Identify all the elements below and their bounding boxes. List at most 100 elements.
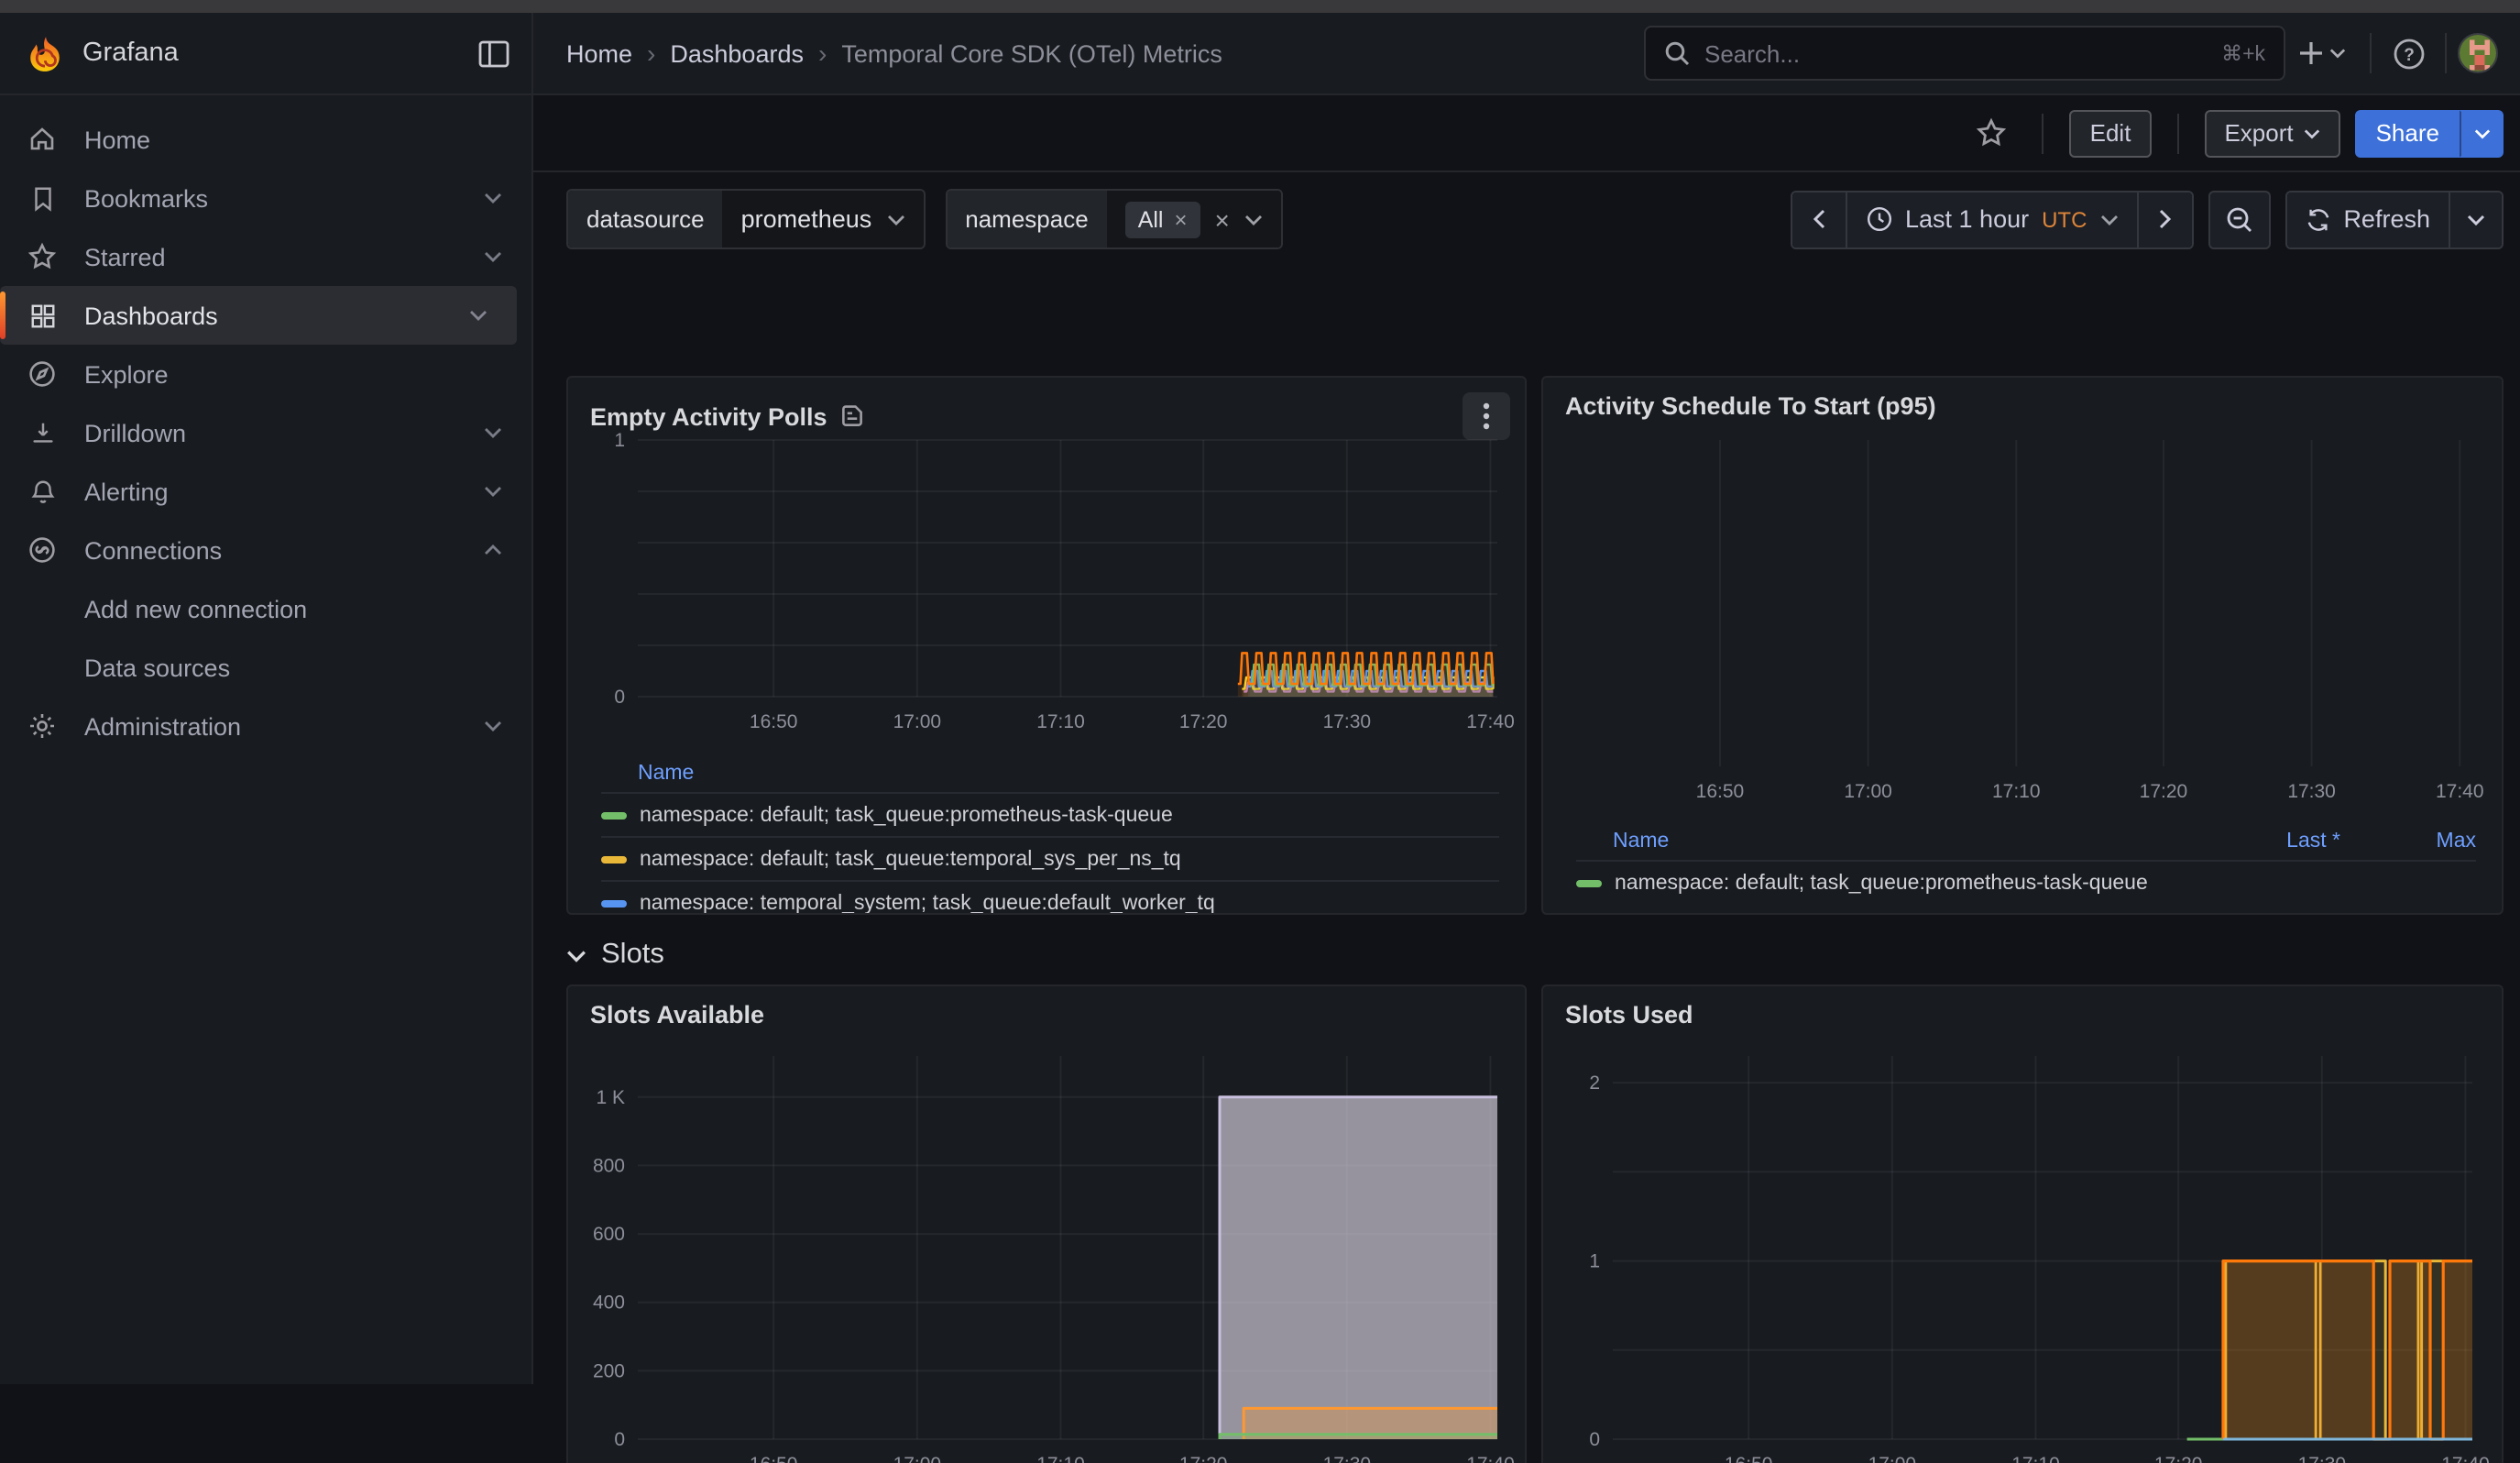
svg-text:17:30: 17:30: [2287, 781, 2336, 802]
legend-column-name[interactable]: Name: [1576, 830, 2205, 852]
legend: NameLast *Max namespace: default; task_qu…: [1543, 816, 2502, 904]
panel-description-icon[interactable]: [840, 403, 866, 429]
panel-title[interactable]: Slots Available: [590, 1001, 764, 1028]
time-controls: Last 1 hour UTC: [1790, 190, 2504, 248]
dashboard-main: Edit Export Share datasource: [533, 95, 2520, 1384]
svg-text:400: 400: [593, 1292, 625, 1314]
svg-text:17:20: 17:20: [2140, 781, 2188, 802]
legend-column-name[interactable]: Name: [601, 763, 1499, 785]
svg-text:17:00: 17:00: [1868, 1454, 1917, 1463]
namespace-chip-all[interactable]: All ×: [1125, 201, 1200, 237]
search-placeholder: Search...: [1704, 39, 2207, 67]
datasource-select[interactable]: prometheus: [723, 191, 924, 248]
grafana-logo-icon[interactable]: [26, 34, 64, 72]
svg-text:17:10: 17:10: [1036, 711, 1085, 732]
refresh-interval-button[interactable]: [2450, 192, 2502, 247]
section-collapse-icon: [566, 949, 586, 962]
series-name: namespace: default; task_queue:temporal_…: [640, 848, 1499, 870]
row-slots[interactable]: Slots: [566, 939, 2504, 972]
edit-button[interactable]: Edit: [2070, 109, 2152, 157]
sidebar-item-bookmarks[interactable]: Bookmarks: [0, 169, 531, 227]
divider: [2445, 33, 2447, 73]
svg-text:600: 600: [593, 1224, 625, 1245]
series-name: namespace: temporal_system; task_queue:d…: [640, 892, 1499, 914]
svg-text:17:00: 17:00: [893, 1454, 942, 1463]
legend-column-last[interactable]: Last *: [2205, 830, 2340, 852]
legend: Name namespace: default; task_queue:prome…: [568, 748, 1525, 915]
time-shift-back-button[interactable]: [1791, 192, 1846, 247]
screen: Grafana Home › Dashboards › Temporal Cor…: [0, 0, 2520, 1463]
breadcrumb-dashboards[interactable]: Dashboards: [670, 39, 804, 67]
series-color-marker: [601, 811, 627, 819]
legend-row[interactable]: namespace: default; task_queue:prometheu…: [601, 792, 1499, 836]
sidebar-item-add-new-connection[interactable]: Add new connection: [0, 579, 531, 638]
chevron-down-icon: [2305, 127, 2321, 138]
timezone-label: UTC: [2042, 206, 2087, 232]
header: Grafana Home › Dashboards › Temporal Cor…: [0, 13, 2520, 95]
nav-sidebar: Home Bookmarks Starred Dashboards: [0, 95, 533, 1384]
panel-title[interactable]: Activity Schedule To Start (p95): [1565, 392, 1936, 420]
share-menu-button[interactable]: [2460, 109, 2504, 157]
svg-text:16:50: 16:50: [1696, 781, 1745, 802]
kebab-menu-icon: [1483, 402, 1490, 431]
header-main-area: Home › Dashboards › Temporal Core SDK (O…: [533, 13, 2520, 94]
sidebar-item-starred[interactable]: Starred: [0, 227, 531, 286]
export-button[interactable]: Export: [2204, 109, 2340, 157]
sidebar-item-explore[interactable]: Explore: [0, 345, 531, 403]
sidebar-item-data-sources[interactable]: Data sources: [0, 638, 531, 697]
timeseries-chart: 16:5017:0017:1017:2017:3017:40012: [1558, 1045, 2489, 1463]
series-color-marker: [601, 855, 627, 863]
search-input[interactable]: Search... ⌘+k: [1644, 26, 2285, 81]
namespace-variable: namespace All × ×: [945, 189, 1283, 249]
share-button[interactable]: Share: [2356, 109, 2460, 157]
variables-row: datasource prometheus namespace All × ×: [566, 189, 2504, 249]
svg-text:17:40: 17:40: [2436, 781, 2484, 802]
sidebar-item-dashboards[interactable]: Dashboards: [0, 286, 517, 345]
sidebar-item-connections[interactable]: Connections: [0, 521, 531, 579]
sidebar-item-drilldown[interactable]: Drilldown: [0, 403, 531, 462]
favorite-star-icon[interactable]: [1966, 107, 2017, 159]
svg-text:17:40: 17:40: [1466, 711, 1514, 732]
legend-row[interactable]: namespace: temporal_system; task_queue:d…: [601, 880, 1499, 915]
namespace-select[interactable]: All × ×: [1107, 191, 1281, 248]
dock-menu-icon[interactable]: [478, 39, 509, 67]
refresh-button[interactable]: Refresh: [2286, 192, 2450, 247]
legend-column-max[interactable]: Max: [2340, 830, 2476, 852]
breadcrumb-home[interactable]: Home: [566, 39, 632, 67]
panel-activity-schedule-to-start: Activity Schedule To Start (p95) 16:50 17…: [1541, 376, 2504, 915]
time-range-picker[interactable]: Last 1 hour UTC: [1846, 192, 2138, 247]
series-name: namespace: default; task_queue:prometheu…: [640, 804, 1499, 826]
breadcrumb-current: Temporal Core SDK (OTel) Metrics: [841, 39, 1222, 67]
panel-slots-available: Slots Available 16:5017:0017:1017:2017:3…: [566, 984, 1527, 1463]
sidebar-item-home[interactable]: Home: [0, 110, 531, 169]
svg-text:17:10: 17:10: [2011, 1454, 2060, 1463]
remove-chip-icon[interactable]: ×: [1175, 206, 1188, 232]
legend-header: Name: [601, 755, 1499, 792]
chevron-down-icon: [2473, 127, 2490, 138]
sidebar-item-administration[interactable]: Administration: [0, 697, 531, 755]
add-button[interactable]: [2285, 28, 2359, 79]
sidebar-item-alerting[interactable]: Alerting: [0, 462, 531, 521]
clear-icon[interactable]: ×: [1215, 204, 1230, 234]
svg-text:1: 1: [1589, 1251, 1600, 1272]
svg-text:17:20: 17:20: [1179, 1454, 1228, 1463]
panel-title[interactable]: Slots Used: [1565, 1001, 1693, 1028]
zoom-out-button[interactable]: [2208, 190, 2270, 248]
svg-text:17:20: 17:20: [1179, 711, 1228, 732]
svg-text:1 K: 1 K: [596, 1087, 625, 1108]
refresh-icon: [2305, 206, 2330, 232]
legend-row[interactable]: namespace: default; task_queue:prometheu…: [1576, 860, 2476, 904]
legend-row[interactable]: namespace: default; task_queue:temporal_…: [601, 836, 1499, 880]
svg-text:16:50: 16:50: [750, 711, 798, 732]
time-shift-forward-button[interactable]: [2138, 192, 2191, 247]
panel-title[interactable]: Empty Activity Polls: [590, 402, 827, 430]
home-icon: [0, 125, 84, 154]
chevron-down-icon: [2099, 214, 2118, 225]
user-avatar[interactable]: [2458, 33, 2498, 73]
svg-text:17:20: 17:20: [2154, 1454, 2203, 1463]
chevron-left-icon: [1812, 209, 1824, 229]
svg-text:?: ?: [2403, 45, 2414, 64]
divider: [2370, 33, 2372, 73]
help-icon[interactable]: ?: [2383, 28, 2434, 79]
bell-icon: [0, 478, 84, 505]
